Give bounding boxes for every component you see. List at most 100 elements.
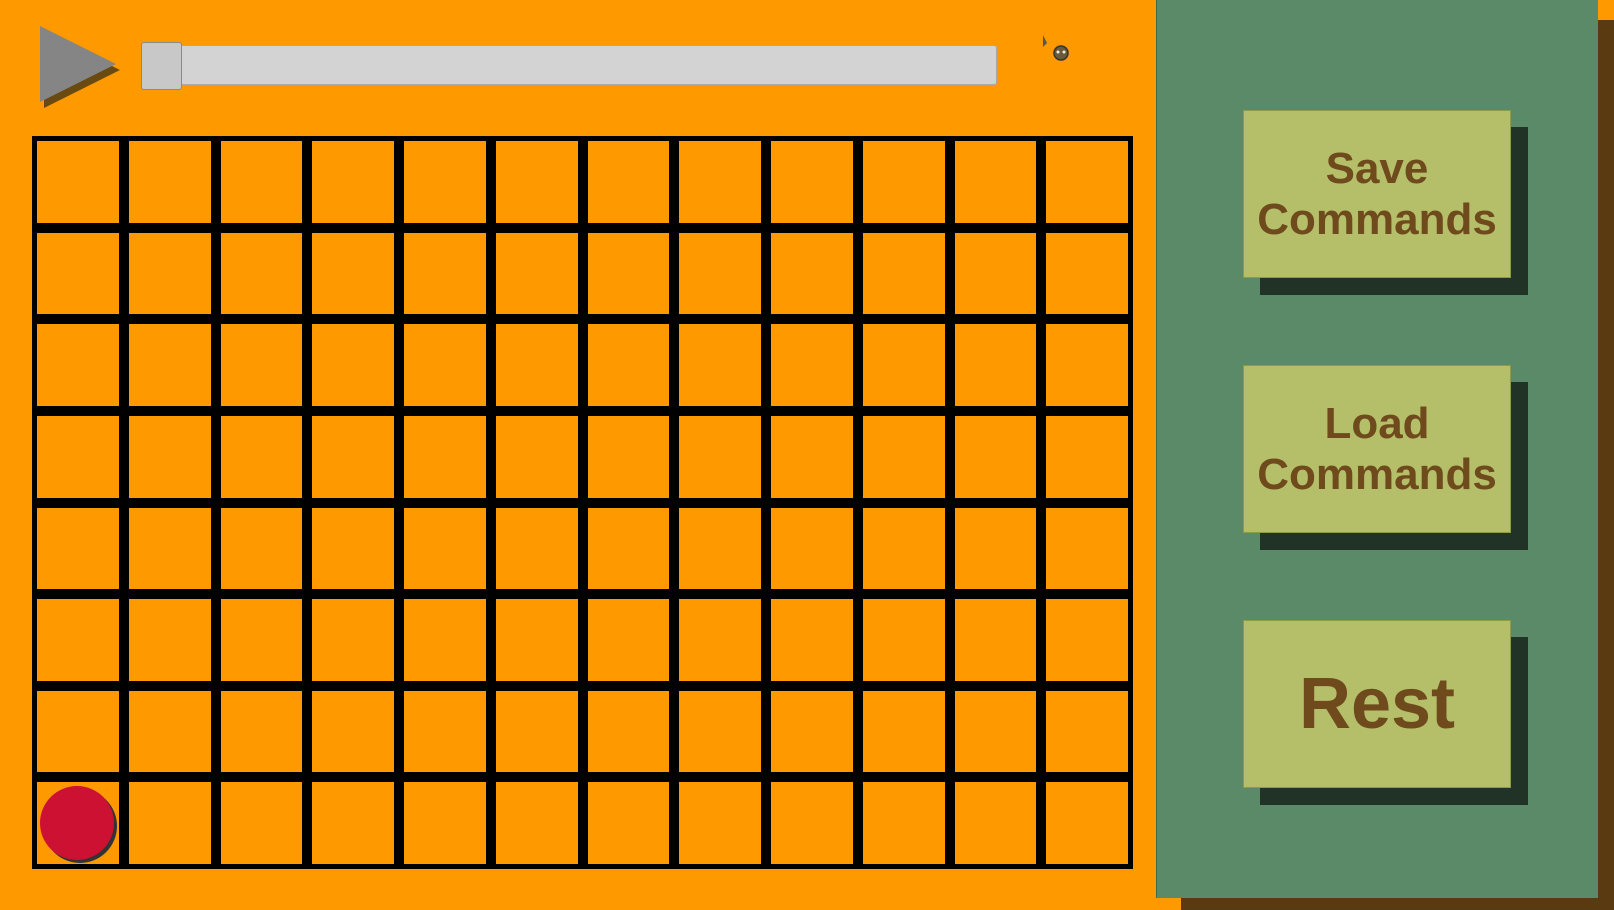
grid-cell[interactable] [495,415,578,498]
grid-cell[interactable] [954,232,1037,315]
grid-cell[interactable] [771,690,853,773]
grid-cell[interactable] [771,599,853,681]
grid-cell[interactable] [587,415,670,498]
grid-cell[interactable] [404,415,486,498]
grid-cell[interactable] [37,782,119,864]
grid-cell[interactable] [404,599,486,681]
grid-cell[interactable] [1046,232,1128,315]
grid-cell[interactable] [771,232,853,315]
grid-cell[interactable] [771,324,853,406]
grid-cell[interactable] [220,141,303,223]
grid-cell[interactable] [495,782,578,864]
grid-cell[interactable] [128,507,211,590]
grid-cell[interactable] [679,141,761,223]
grid-cell[interactable] [404,507,486,590]
grid-cell[interactable] [862,324,945,406]
grid-cell[interactable] [37,324,119,406]
grid-cell[interactable] [587,232,670,315]
grid-cell[interactable] [312,415,394,498]
grid-cell[interactable] [220,782,303,864]
grid-cell[interactable] [954,141,1037,223]
grid-cell[interactable] [312,324,394,406]
grid-cell[interactable] [312,782,394,864]
grid-cell[interactable] [1046,141,1128,223]
grid-cell[interactable] [1046,599,1128,681]
grid-cell[interactable] [312,507,394,590]
grid-cell[interactable] [220,324,303,406]
grid-cell[interactable] [679,324,761,406]
grid-cell[interactable] [404,782,486,864]
grid-cell[interactable] [679,599,761,681]
grid-cell[interactable] [679,415,761,498]
grid-cell[interactable] [1046,690,1128,773]
grid-cell[interactable] [862,507,945,590]
grid-cell[interactable] [954,690,1037,773]
speed-slider-track[interactable] [141,45,997,85]
grid-cell[interactable] [587,599,670,681]
grid-cell[interactable] [220,232,303,315]
grid-cell[interactable] [862,782,945,864]
speed-slider-thumb[interactable] [141,42,182,90]
grid-cell[interactable] [862,141,945,223]
grid-cell[interactable] [862,599,945,681]
grid-cell[interactable] [495,690,578,773]
grid-cell[interactable] [1046,415,1128,498]
grid-cell[interactable] [128,324,211,406]
grid-cell[interactable] [954,324,1037,406]
grid-cell[interactable] [312,232,394,315]
load-commands-button[interactable]: Load Commands [1243,365,1511,533]
grid-cell[interactable] [771,507,853,590]
grid-cell[interactable] [587,141,670,223]
grid-cell[interactable] [404,141,486,223]
grid-cell[interactable] [128,599,211,681]
grid-cell[interactable] [37,141,119,223]
grid-cell[interactable] [37,507,119,590]
grid-cell[interactable] [37,690,119,773]
grid-cell[interactable] [312,599,394,681]
grid-cell[interactable] [587,507,670,590]
rest-button[interactable]: Rest [1243,620,1511,788]
grid-cell[interactable] [220,690,303,773]
grid-cell[interactable] [679,507,761,590]
grid-cell[interactable] [128,232,211,315]
grid-cell[interactable] [862,690,945,773]
grid-cell[interactable] [128,690,211,773]
grid-cell[interactable] [587,690,670,773]
grid-cell[interactable] [404,232,486,315]
grid-cell[interactable] [495,507,578,590]
grid-cell[interactable] [1046,324,1128,406]
grid-cell[interactable] [679,782,761,864]
grid-cell[interactable] [862,232,945,315]
grid-cell[interactable] [128,141,211,223]
grid-cell[interactable] [37,415,119,498]
grid-cell[interactable] [128,415,211,498]
grid-cell[interactable] [312,141,394,223]
grid-cell[interactable] [954,599,1037,681]
grid-cell[interactable] [862,415,945,498]
grid-cell[interactable] [220,507,303,590]
grid-cell[interactable] [220,599,303,681]
grid-cell[interactable] [771,415,853,498]
grid-cell[interactable] [679,690,761,773]
grid-cell[interactable] [679,232,761,315]
grid-cell[interactable] [954,507,1037,590]
grid-cell[interactable] [220,415,303,498]
grid-cell[interactable] [587,782,670,864]
grid-cell[interactable] [495,232,578,315]
grid-cell[interactable] [37,232,119,315]
grid-cell[interactable] [954,782,1037,864]
grid-cell[interactable] [312,690,394,773]
save-commands-button[interactable]: Save Commands [1243,110,1511,278]
grid-cell[interactable] [37,599,119,681]
grid-cell[interactable] [1046,507,1128,590]
grid-cell[interactable] [128,782,211,864]
grid-cell[interactable] [771,782,853,864]
grid-cell[interactable] [954,415,1037,498]
grid-cell[interactable] [495,141,578,223]
play-triangle-icon[interactable] [38,24,120,108]
grid-cell[interactable] [587,324,670,406]
grid-cell[interactable] [404,690,486,773]
grid-cell[interactable] [1046,782,1128,864]
grid-cell[interactable] [771,141,853,223]
grid-cell[interactable] [495,599,578,681]
